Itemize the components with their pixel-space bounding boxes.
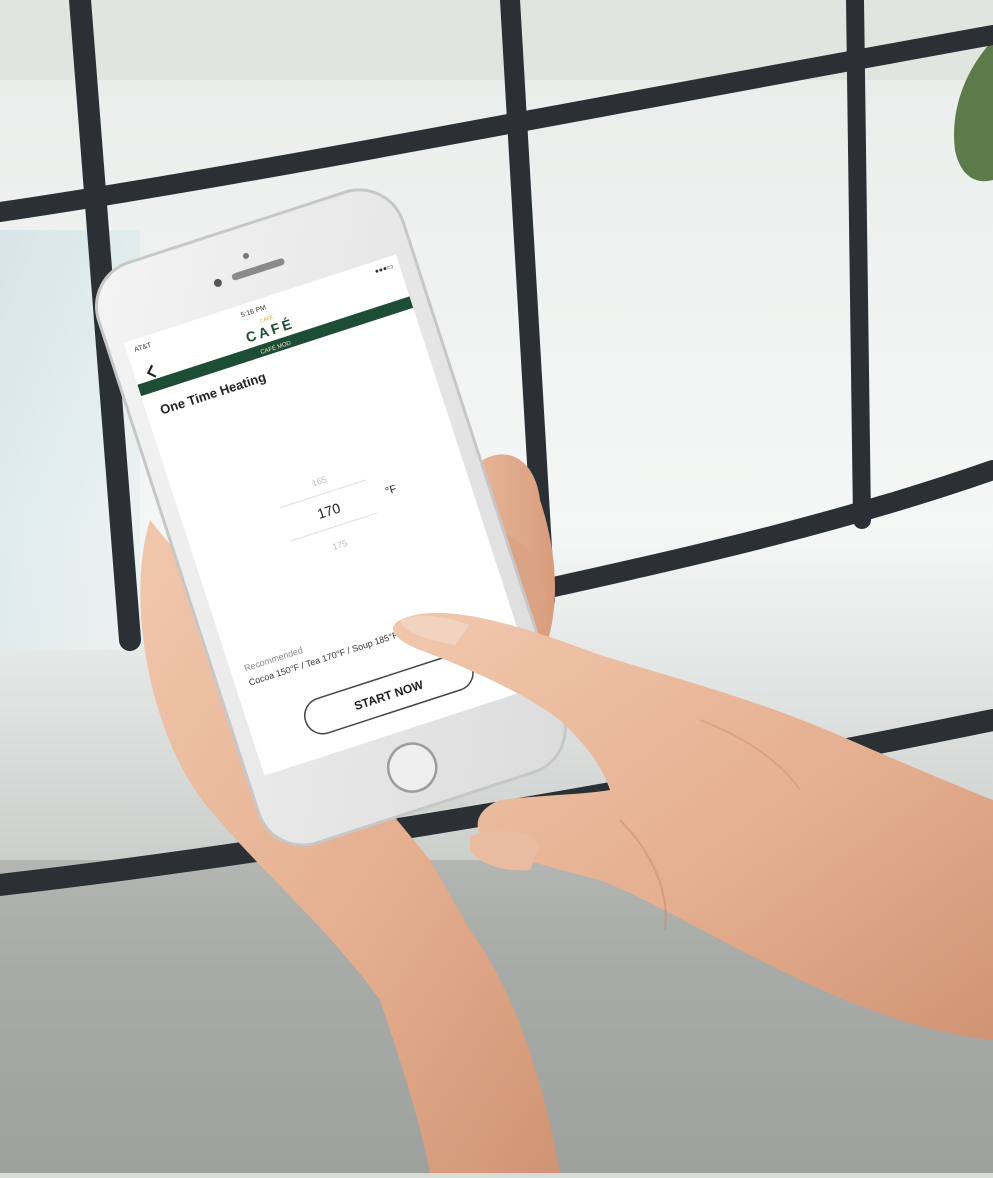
photo-scene: AT&T 5:16 PM ●●●▭ CAFÉ CAFÉ CAFÉ MOD One…	[0, 0, 993, 1173]
